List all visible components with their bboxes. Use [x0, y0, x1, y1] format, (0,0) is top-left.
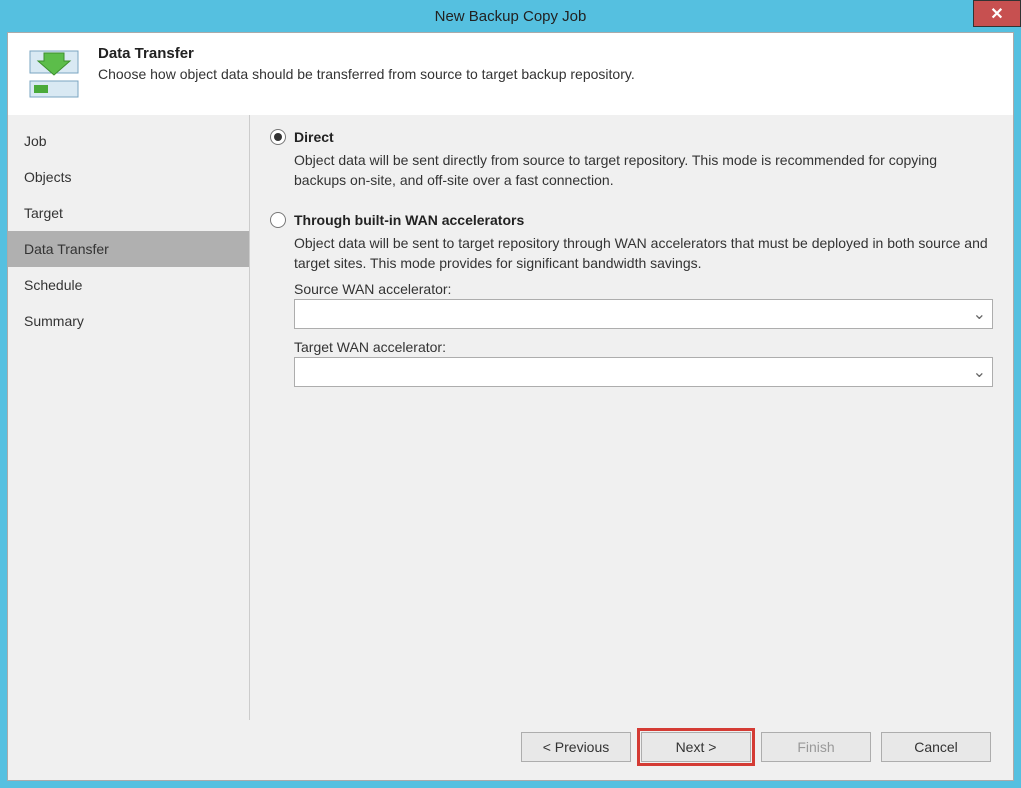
button-label: Next > [676, 739, 717, 755]
sidebar-item-target[interactable]: Target [8, 195, 249, 231]
data-transfer-icon [26, 45, 82, 101]
titlebar: New Backup Copy Job ✕ [0, 0, 1021, 32]
wizard-header: Data Transfer Choose how object data sho… [8, 33, 1013, 115]
sidebar-item-label: Schedule [24, 277, 82, 293]
page-title: Data Transfer [98, 45, 995, 62]
sidebar-item-objects[interactable]: Objects [8, 159, 249, 195]
wizard-steps: Job Objects Target Data Transfer Schedul… [8, 115, 250, 720]
page-description: Choose how object data should be transfe… [98, 66, 995, 82]
main-content: Direct Object data will be sent directly… [250, 115, 1013, 720]
next-button[interactable]: Next > [641, 732, 751, 762]
window-title: New Backup Copy Job [435, 8, 587, 25]
radio-label: Direct [294, 129, 334, 145]
source-wan-label: Source WAN accelerator: [294, 281, 993, 297]
sidebar-item-label: Target [24, 205, 63, 221]
sidebar-item-label: Job [24, 133, 47, 149]
chevron-down-icon: ⌄ [973, 304, 986, 324]
option-direct: Direct Object data will be sent directly… [270, 129, 993, 190]
sidebar-item-label: Data Transfer [24, 241, 109, 257]
sidebar-item-summary[interactable]: Summary [8, 303, 249, 339]
radio-label: Through built-in WAN accelerators [294, 212, 524, 228]
option-wan: Through built-in WAN accelerators Object… [270, 212, 993, 387]
option-direct-description: Object data will be sent directly from s… [270, 151, 993, 190]
sidebar-item-schedule[interactable]: Schedule [8, 267, 249, 303]
wizard-footer: < Previous Next > Finish Cancel [8, 720, 1013, 780]
sidebar-item-job[interactable]: Job [8, 123, 249, 159]
wizard-body: Job Objects Target Data Transfer Schedul… [8, 115, 1013, 720]
close-button[interactable]: ✕ [973, 0, 1021, 27]
previous-button[interactable]: < Previous [521, 732, 631, 762]
button-label: Cancel [914, 739, 958, 755]
source-wan-select[interactable]: ⌄ [294, 299, 993, 329]
button-label: < Previous [543, 739, 610, 755]
radio-icon [270, 212, 286, 228]
target-wan-label: Target WAN accelerator: [294, 339, 993, 355]
finish-button: Finish [761, 732, 871, 762]
radio-direct[interactable]: Direct [270, 129, 993, 145]
sidebar-item-label: Summary [24, 313, 84, 329]
wan-fields: Source WAN accelerator: ⌄ Target WAN acc… [270, 281, 993, 387]
chevron-down-icon: ⌄ [973, 362, 986, 382]
close-icon: ✕ [990, 4, 1003, 24]
button-label: Finish [797, 739, 834, 755]
sidebar-item-data-transfer[interactable]: Data Transfer [8, 231, 249, 267]
radio-icon [270, 129, 286, 145]
target-wan-select[interactable]: ⌄ [294, 357, 993, 387]
dialog: Data Transfer Choose how object data sho… [7, 32, 1014, 781]
option-wan-description: Object data will be sent to target repos… [270, 234, 993, 273]
cancel-button[interactable]: Cancel [881, 732, 991, 762]
radio-wan[interactable]: Through built-in WAN accelerators [270, 212, 993, 228]
sidebar-item-label: Objects [24, 169, 71, 185]
